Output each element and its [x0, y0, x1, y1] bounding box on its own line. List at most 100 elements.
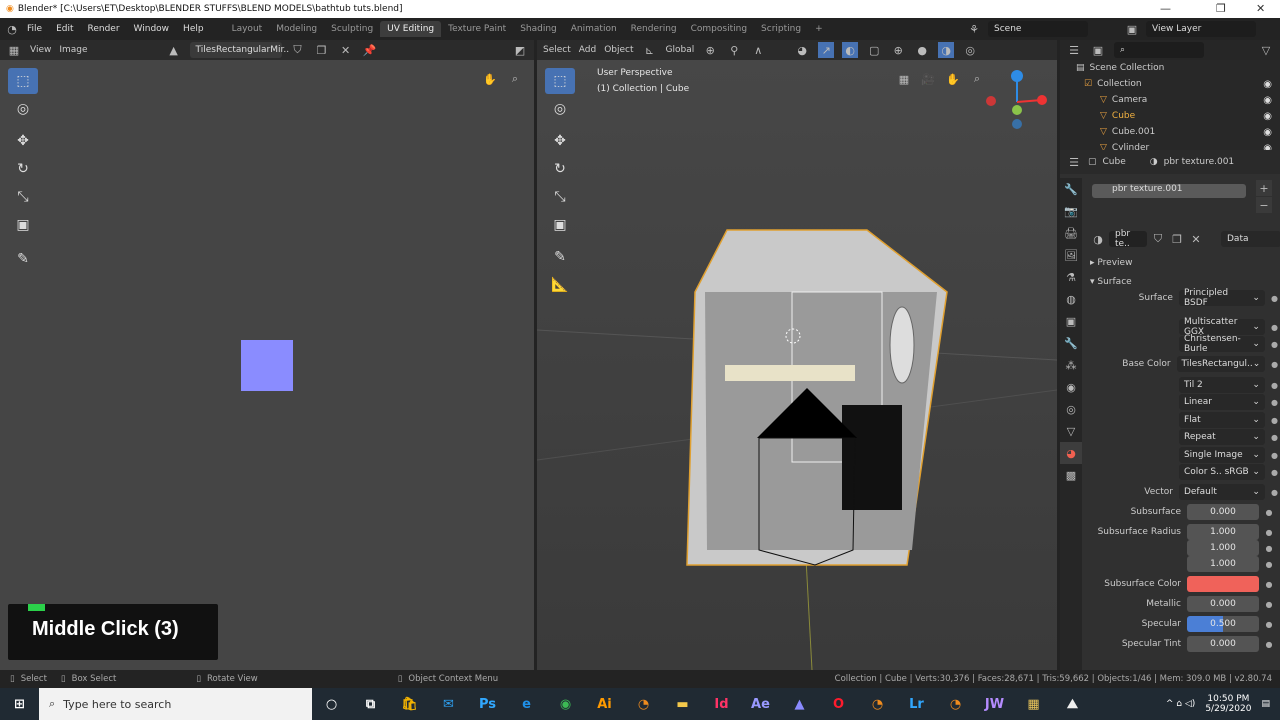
workspace-tab[interactable]: Rendering: [624, 21, 684, 37]
visibility-eye-icon[interactable]: ◉: [1263, 95, 1272, 106]
property-value[interactable]: 0.000: [1187, 504, 1259, 520]
scene-tab-icon[interactable]: ⚗: [1060, 266, 1082, 288]
unlink-icon[interactable]: ✕: [1188, 231, 1204, 247]
image-browse-icon[interactable]: ▲: [166, 42, 182, 58]
visibility-eye-icon[interactable]: ◉: [1263, 111, 1272, 122]
wireframe-shading-icon[interactable]: ⊕: [890, 42, 906, 58]
socket-icon[interactable]: ●: [1269, 381, 1280, 390]
photoshop-icon[interactable]: Ps: [468, 688, 507, 720]
visibility-icon[interactable]: ◕: [794, 42, 810, 58]
scene-collection-row[interactable]: ▤ Scene Collection: [1060, 60, 1280, 76]
particles-tab-icon[interactable]: ⁂: [1060, 354, 1082, 376]
material-tab-icon[interactable]: ◕: [1060, 442, 1082, 464]
property-value[interactable]: 0.000: [1187, 636, 1259, 652]
unlink-icon[interactable]: ✕: [338, 42, 354, 58]
property-dropdown[interactable]: Single Image ⌄: [1178, 447, 1265, 463]
socket-icon[interactable]: ●: [1269, 398, 1280, 407]
chrome-icon[interactable]: ◉: [546, 688, 585, 720]
solid-shading-icon[interactable]: ●: [914, 42, 930, 58]
cursor-tool-icon[interactable]: ◎: [545, 96, 575, 122]
premiere-icon[interactable]: ▲: [780, 688, 819, 720]
socket-icon[interactable]: ●: [1269, 340, 1280, 349]
tray-icons[interactable]: ^ ⌂ ◁): [1166, 699, 1195, 709]
socket-icon[interactable]: ●: [1263, 528, 1275, 537]
socket-icon[interactable]: ●: [1263, 560, 1275, 569]
scene-field[interactable]: Scene: [988, 21, 1088, 37]
workspace-tab[interactable]: Modeling: [269, 21, 324, 37]
edge-icon[interactable]: e: [507, 688, 546, 720]
uv-editor[interactable]: ⬚ ◎ ✥ ↻ ⤡ ▣ ✎ ✋ ⌕: [0, 60, 534, 670]
socket-icon[interactable]: ●: [1263, 620, 1275, 629]
camera-view-icon[interactable]: ▦: [896, 71, 912, 87]
object-tab-icon[interactable]: ▣: [1060, 310, 1082, 332]
property-dropdown[interactable]: Til 2 ⌄: [1178, 377, 1265, 393]
scale-tool-icon[interactable]: ⤡: [8, 184, 38, 210]
task-view-icon[interactable]: ⧉: [351, 688, 390, 720]
camera-icon[interactable]: 🎥: [920, 71, 936, 87]
orientation-dropdown[interactable]: Global: [666, 45, 695, 55]
outliner-editor-icon[interactable]: ☰: [1066, 42, 1082, 58]
blender-icon[interactable]: ◔: [858, 688, 897, 720]
property-dropdown[interactable]: Principled BSDF ⌄: [1178, 288, 1265, 308]
preview-panel[interactable]: ▸ Preview: [1090, 258, 1132, 268]
taskbar-search[interactable]: ⌕ Type here to search: [39, 688, 312, 720]
blender-icon[interactable]: ◔: [624, 688, 663, 720]
rotate-tool-icon[interactable]: ↻: [545, 156, 575, 182]
view-layer-tab-icon[interactable]: 🖼: [1060, 244, 1082, 266]
navigation-gizmo[interactable]: [985, 66, 1047, 138]
move-tool-icon[interactable]: ✥: [545, 128, 575, 154]
zoom-icon[interactable]: ⌕: [969, 71, 985, 87]
properties-editor-icon[interactable]: ☰: [1066, 154, 1082, 170]
display-mode-icon[interactable]: ▣: [1090, 42, 1106, 58]
texture-tab-icon[interactable]: ▩: [1060, 464, 1082, 486]
material-shading-icon[interactable]: ◑: [938, 42, 955, 58]
outliner-search[interactable]: ⌕: [1114, 42, 1204, 58]
folder-icon[interactable]: ▬: [663, 688, 702, 720]
menu-render[interactable]: Render: [81, 24, 127, 34]
zoom-icon[interactable]: ⌕: [507, 71, 523, 87]
snap-icon[interactable]: ⚲: [726, 42, 742, 58]
photos-icon[interactable]: ⛰: [1053, 688, 1092, 720]
workspace-tab[interactable]: Layout: [225, 21, 270, 37]
new-image-icon[interactable]: ❐: [314, 42, 330, 58]
socket-icon[interactable]: ●: [1269, 451, 1280, 460]
notification-icon[interactable]: ▤: [1261, 699, 1270, 709]
pin-icon[interactable]: 📌: [362, 42, 378, 58]
measure-tool-icon[interactable]: 📐: [545, 272, 575, 298]
scale-tool-icon[interactable]: ⤡: [545, 184, 575, 210]
select-box-tool-icon[interactable]: ⬚: [545, 68, 575, 94]
surface-panel[interactable]: ▾ Surface: [1090, 277, 1132, 287]
pan-icon[interactable]: ✋: [945, 71, 961, 87]
link-dropdown[interactable]: Data: [1221, 231, 1280, 247]
socket-icon[interactable]: ●: [1263, 508, 1275, 517]
after-effects-icon[interactable]: Ae: [741, 688, 780, 720]
material-slot[interactable]: pbr texture.001: [1092, 184, 1246, 198]
windows-start-icon[interactable]: ⊞: [0, 688, 39, 720]
object-menu[interactable]: Object: [604, 45, 633, 55]
tool-tab-icon[interactable]: 🔧: [1060, 178, 1082, 200]
property-dropdown[interactable]: Default ⌄: [1178, 484, 1265, 500]
view-menu[interactable]: View: [30, 45, 51, 55]
property-value[interactable]: 1.000: [1187, 556, 1259, 572]
lightroom-icon[interactable]: Lr: [897, 688, 936, 720]
gizmo-icon[interactable]: ↗: [818, 42, 835, 58]
workspace-tab[interactable]: Texture Paint: [441, 21, 513, 37]
socket-icon[interactable]: ●: [1269, 360, 1280, 369]
menu-help[interactable]: Help: [176, 24, 211, 34]
workspace-tab[interactable]: Shading: [513, 21, 564, 37]
fake-user-icon[interactable]: ⛉: [290, 42, 306, 58]
property-value[interactable]: 0.000: [1187, 596, 1259, 612]
socket-icon[interactable]: ●: [1263, 580, 1275, 589]
jw-icon[interactable]: JW: [975, 688, 1014, 720]
select-menu[interactable]: Select: [543, 45, 571, 55]
minimize-button[interactable]: —: [1160, 2, 1171, 15]
property-dropdown[interactable]: Linear ⌄: [1178, 394, 1265, 410]
close-button[interactable]: ✕: [1256, 2, 1265, 15]
clock[interactable]: 10:50 PM 5/29/2020: [1205, 694, 1251, 714]
property-dropdown[interactable]: TilesRectangul.. ⌄: [1176, 356, 1266, 372]
property-dropdown[interactable]: Multiscatter GGX ⌄: [1178, 317, 1265, 337]
outliner-item[interactable]: ☑ Collection ◉: [1060, 76, 1280, 92]
visibility-eye-icon[interactable]: ◉: [1263, 127, 1272, 138]
workspace-tab[interactable]: Compositing: [684, 21, 754, 37]
maximize-button[interactable]: ❐: [1216, 2, 1226, 15]
